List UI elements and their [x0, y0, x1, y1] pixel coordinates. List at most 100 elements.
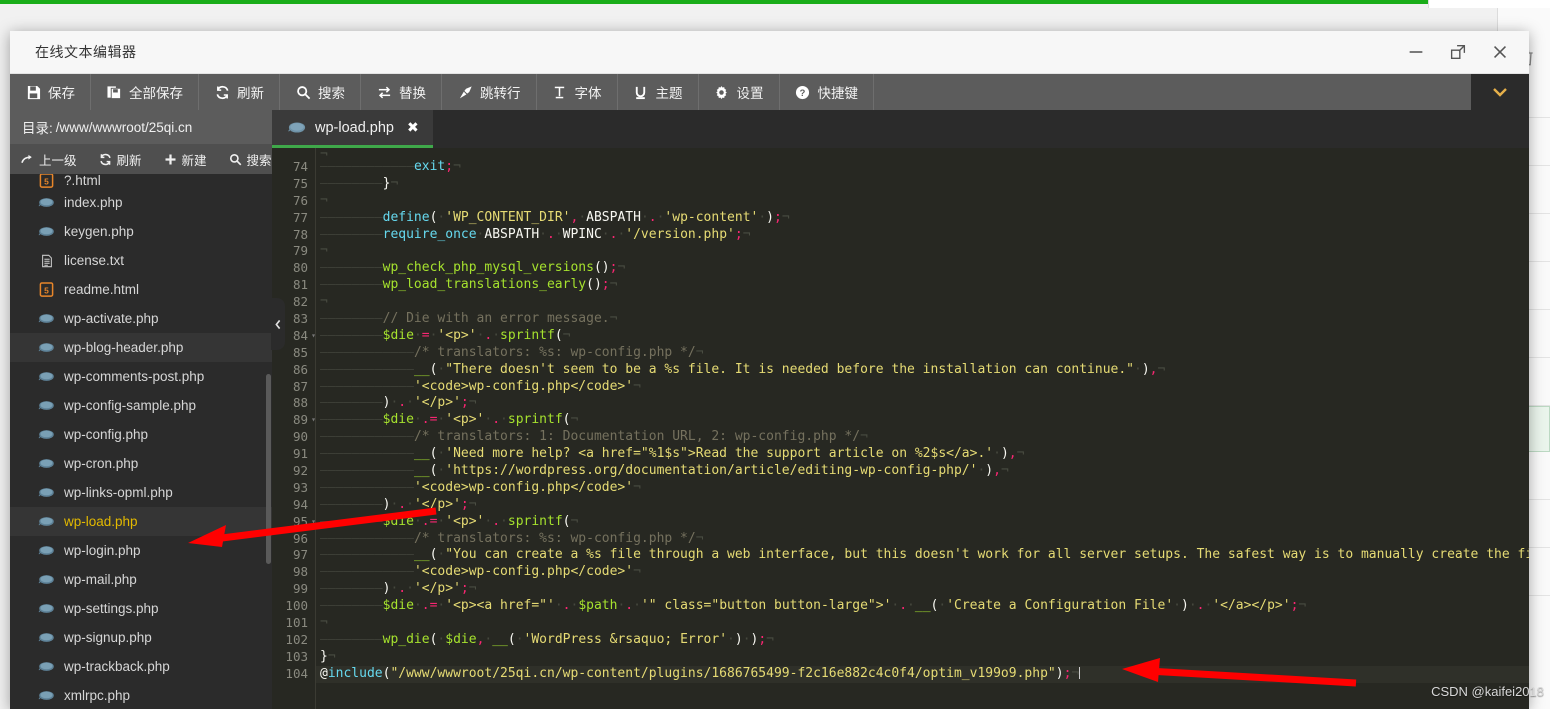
toolbar-button-label: 快捷键 [817, 86, 859, 101]
close-icon[interactable] [1489, 41, 1511, 63]
code-line[interactable]: ————————require_once·ABSPATH·.·WPINC·.·'… [316, 227, 1529, 244]
code-line[interactable]: ————————————'<code>wp-config.php</code>'… [316, 379, 1529, 396]
code-line[interactable]: ————————————__(·'Need more help? <a href… [316, 446, 1529, 463]
editor-tab-wp-load[interactable]: wp-load.php ✖ [272, 110, 433, 148]
php-file-icon [38, 456, 55, 471]
code-line[interactable]: ¬ [316, 615, 1529, 632]
code-line[interactable]: ¬ [316, 243, 1529, 260]
toolbar-save-all-button[interactable]: 全部保存 [91, 74, 199, 110]
file-name: wp-trackback.php [64, 659, 170, 674]
php-icon [288, 120, 306, 135]
file-list[interactable]: 5 ?.html index.php keygen.php license.txt 5 re… [10, 174, 272, 709]
file-name: wp-load.php [64, 514, 138, 529]
html-file-icon: 5 [38, 282, 55, 297]
code-line[interactable]: ————————————'<code>wp-config.php</code>'… [316, 480, 1529, 497]
text-editor-window: 在线文本编辑器 保存 全部保存 刷新 搜索 替换 跳转行 字体 主题 设置 ? … [10, 31, 1529, 709]
code-line[interactable]: ————————$die·.=·'<p><a href="'·.·$path·.… [316, 598, 1529, 615]
toolbar-font-button[interactable]: 字体 [537, 74, 618, 110]
code-line[interactable]: ¬ [316, 193, 1529, 210]
line-number: 81 [292, 277, 308, 293]
line-number: 102 [285, 631, 308, 647]
file-list-item[interactable]: wp-signup.php [10, 623, 272, 652]
toolbar-refresh-button[interactable]: 刷新 [199, 74, 280, 110]
code-line[interactable]: ————————define(·'WP_CONTENT_DIR',·ABSPAT… [316, 210, 1529, 227]
up-level-icon [21, 153, 34, 166]
up-level-button[interactable]: 上一级 [10, 150, 88, 169]
file-list-item[interactable]: 5 readme.html [10, 275, 272, 304]
file-list-item[interactable]: index.php [10, 188, 272, 217]
code-line[interactable]: ————————wp_check_php_mysql_versions();¬ [316, 260, 1529, 277]
svg-text:5: 5 [44, 176, 49, 186]
code-line[interactable]: ————————————/* translators: %s: wp-confi… [316, 345, 1529, 362]
toolbar-button-label: 主题 [655, 86, 683, 101]
toolbar-button-label: 设置 [736, 86, 764, 101]
file-list-item[interactable]: license.txt [10, 246, 272, 275]
file-list-item[interactable]: wp-config.php [10, 420, 272, 449]
sidebar-collapse-handle[interactable] [271, 298, 285, 350]
code-line[interactable]: ————————wp_load_translations_early();¬ [316, 277, 1529, 294]
code-line[interactable]: ————————)·.·'</p>';¬ [316, 395, 1529, 412]
plus-icon [164, 153, 177, 166]
toolbar-button-label: 刷新 [237, 86, 264, 101]
php-file-icon [38, 485, 55, 500]
code-line[interactable]: ————————}¬ [316, 176, 1529, 193]
file-list-item[interactable]: wp-comments-post.php [10, 362, 272, 391]
file-list-item[interactable]: wp-cron.php [10, 449, 272, 478]
toolbar-theme-button[interactable]: 主题 [618, 74, 699, 110]
file-name: wp-config-sample.php [64, 398, 197, 413]
toolbar-search-button[interactable]: 搜索 [280, 74, 361, 110]
code-line[interactable]: ————————$die·.=·'<p>'·.·sprintf(¬ [316, 514, 1529, 531]
code-line[interactable]: ————————)·.·'</p>';¬ [316, 497, 1529, 514]
file-action-label: 新建 [181, 153, 207, 168]
chevron-down-icon[interactable] [1471, 74, 1529, 110]
maximize-icon[interactable] [1447, 41, 1469, 63]
code-line[interactable]: ————————————__(·"You can create a %s fil… [316, 547, 1529, 564]
toolbar-goto-line-button[interactable]: 跳转行 [442, 74, 537, 110]
code-line[interactable]: ————————// Die with an error message.¬ [316, 311, 1529, 328]
code-line[interactable]: ————————————/* translators: %s: wp-confi… [316, 531, 1529, 548]
toolbar-settings-button[interactable]: 设置 [699, 74, 780, 110]
code-line[interactable]: ————————————exit;¬ [316, 159, 1529, 176]
file-list-item[interactable]: keygen.php [10, 217, 272, 246]
file-name: wp-activate.php [64, 311, 159, 326]
code-line[interactable]: ————————$die·=·'<p>'·.·sprintf(¬ [316, 328, 1529, 345]
code-line[interactable]: ¬ [316, 294, 1529, 311]
toolbar-button-label: 字体 [574, 86, 602, 101]
code-line[interactable]: ¬ [316, 150, 1529, 159]
code-line[interactable]: ————————————/* translators: 1: Documenta… [316, 429, 1529, 446]
file-list-item[interactable]: wp-activate.php [10, 304, 272, 333]
line-number: 89 ▾ [292, 412, 316, 428]
replace-icon [376, 84, 392, 100]
toolbar-shortcut-button[interactable]: ? 快捷键 [780, 74, 874, 110]
code-line[interactable]: ————————————'<code>wp-config.php</code>'… [316, 564, 1529, 581]
file-list-item[interactable]: wp-blog-header.php [10, 333, 272, 362]
new-file-button[interactable]: 新建 [153, 150, 218, 169]
goto-line-icon [457, 84, 473, 100]
file-action-label: 上一级 [39, 153, 77, 168]
refresh-button[interactable]: 刷新 [88, 150, 153, 169]
code-line[interactable]: ————————)·.·'</p>';¬ [316, 581, 1529, 598]
file-list-item[interactable]: xmlrpc.php [10, 681, 272, 709]
line-number: 92 [292, 463, 308, 479]
file-list-item[interactable]: wp-links-opml.php [10, 478, 272, 507]
toolbar-save-button[interactable]: 保存 [10, 74, 91, 110]
code-line[interactable]: ————————wp_die(·$die,·__(·'WordPress &rs… [316, 632, 1529, 649]
code-area[interactable]: 74 75 76 77 78 79 80 81 82 83 84 ▾ 85 86 87 88 89 ▾ 90 91 92… [272, 148, 1529, 709]
file-list-item[interactable]: wp-mail.php [10, 565, 272, 594]
code-line[interactable]: ————————————__(·"There doesn't seem to b… [316, 362, 1529, 379]
code-content[interactable]: ¬ ————————————exit;¬ ————————}¬ ¬ ————————de… [316, 148, 1529, 709]
watermark: CSDN @kaifei2018 [1431, 684, 1544, 699]
file-list-item[interactable]: wp-trackback.php [10, 652, 272, 681]
directory-path[interactable]: /www/wwwroot/25qi.cn [56, 120, 193, 135]
file-list-item[interactable]: wp-config-sample.php [10, 391, 272, 420]
file-list-item[interactable]: 5 ?.html [10, 174, 272, 188]
file-list-item[interactable]: wp-settings.php [10, 594, 272, 623]
close-icon[interactable]: ✖ [407, 119, 419, 136]
minimize-icon[interactable] [1405, 41, 1427, 63]
code-line[interactable]: ————————$die·.=·'<p>'·.·sprintf(¬ [316, 412, 1529, 429]
toolbar-replace-button[interactable]: 替换 [361, 74, 442, 110]
php-file-icon [38, 543, 55, 558]
code-line[interactable]: ————————————__(·'https://wordpress.org/d… [316, 463, 1529, 480]
php-file-icon [38, 340, 55, 355]
